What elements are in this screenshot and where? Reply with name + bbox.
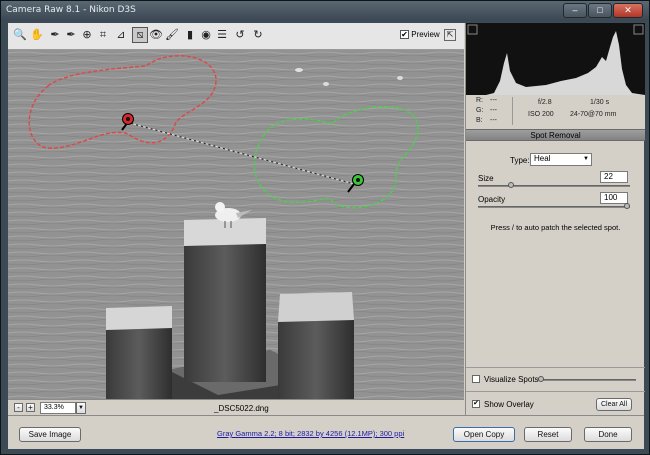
distant-bird <box>323 82 329 86</box>
shadow-clip-icon[interactable] <box>467 24 478 35</box>
spot-removal-tool-icon[interactable]: ⧅ <box>132 27 148 43</box>
r-label: R: <box>476 97 483 104</box>
radial-filter-tool-icon[interactable]: ◉ <box>199 28 213 42</box>
lens-value: 24-70@70 mm <box>570 111 617 118</box>
fullscreen-toggle-icon[interactable]: ⇱ <box>444 29 456 41</box>
b-label: B: <box>476 117 483 124</box>
preview-toggle[interactable]: ✔ Preview <box>400 30 440 40</box>
image-status-bar: - + 33.3% ▼ _DSC5022.dng <box>8 399 464 415</box>
color-sampler-tool-icon[interactable]: ✒ <box>64 28 78 42</box>
visualize-slider-thumb[interactable] <box>538 376 544 382</box>
graduated-filter-tool-icon[interactable]: ▮ <box>183 28 197 42</box>
crop-tool-icon[interactable]: ⌗ <box>96 28 110 42</box>
rgb-exif-readout: R: --- G: --- B: --- f/2.8 1/30 s ISO 20… <box>466 95 645 129</box>
mooring-post-right-cap <box>278 292 354 322</box>
zoom-in-button[interactable]: + <box>26 403 35 412</box>
preview-checkbox[interactable]: ✔ <box>400 30 409 40</box>
right-panel: R: --- G: --- B: --- f/2.8 1/30 s ISO 20… <box>465 23 645 415</box>
camera-raw-window: Camera Raw 8.1 - Nikon D3S – □ ✕ 🔍 ✋ ✒ ✒ ⊕ ⌗ ⊿… <box>0 0 650 455</box>
auto-patch-hint: Press / to auto patch the selected spot. <box>490 223 621 232</box>
straighten-tool-icon[interactable]: ⊿ <box>114 28 128 42</box>
dialog-body: 🔍 ✋ ✒ ✒ ⊕ ⌗ ⊿ ⧅ 👁 🖌 ▮ ◉ ☰ ↺ ↻ ✔ Preview ⇱ <box>8 23 645 449</box>
rotate-left-tool-icon[interactable]: ↺ <box>233 28 247 42</box>
mooring-post-left-cap <box>106 306 172 330</box>
clear-all-button[interactable]: Clear All <box>596 398 632 411</box>
histogram <box>466 23 645 95</box>
distant-bird <box>295 68 303 72</box>
preferences-tool-icon[interactable]: ☰ <box>215 28 229 42</box>
iso-value: ISO 200 <box>528 111 554 118</box>
filename-label: _DSC5022.dng <box>214 404 269 413</box>
title-bar: Camera Raw 8.1 - Nikon D3S – □ ✕ <box>1 1 649 21</box>
bottom-action-bar: Save Image Gray Gamma 2.2; 8 bit; 2832 b… <box>8 415 644 449</box>
info-divider <box>512 97 513 125</box>
opacity-label: Opacity <box>478 195 506 204</box>
shutter-value: 1/30 s <box>590 99 610 106</box>
size-slider-track[interactable] <box>478 185 630 187</box>
done-button[interactable]: Done <box>584 427 632 442</box>
image-preview-canvas[interactable] <box>8 50 464 399</box>
r-value: --- <box>490 97 497 104</box>
zoom-out-button[interactable]: - <box>14 403 23 412</box>
rotate-right-tool-icon[interactable]: ↻ <box>251 28 265 42</box>
workflow-options-link[interactable]: Gray Gamma 2.2; 8 bit; 2832 by 4256 (12.… <box>217 429 404 438</box>
panel-divider <box>466 367 645 368</box>
zoom-tool-icon[interactable]: 🔍 <box>13 28 27 42</box>
reset-button[interactable]: Reset <box>524 427 572 442</box>
show-overlay-label: Show Overlay <box>484 400 534 409</box>
show-overlay-checkbox[interactable]: ✔ <box>472 400 480 408</box>
red-eye-tool-icon[interactable]: 👁 <box>149 28 163 42</box>
maximize-button[interactable]: □ <box>588 3 612 18</box>
size-field[interactable]: 22 <box>600 171 628 183</box>
mooring-post-right <box>278 320 354 399</box>
chevron-down-icon: ▼ <box>583 156 589 162</box>
opacity-slider-track[interactable] <box>478 206 630 208</box>
panel-divider <box>466 391 645 392</box>
save-image-button[interactable]: Save Image <box>19 427 81 442</box>
opacity-field[interactable]: 100 <box>600 192 628 204</box>
photo-svg <box>8 50 464 399</box>
mooring-post-center <box>184 242 266 382</box>
close-button[interactable]: ✕ <box>613 3 643 18</box>
zoom-level-field[interactable]: 33.3% <box>40 402 76 414</box>
visualize-spots-label: Visualize Spots <box>484 375 539 384</box>
open-copy-button[interactable]: Open Copy <box>453 427 515 442</box>
visualize-slider-track[interactable] <box>538 379 636 381</box>
histogram-luminance <box>466 31 645 95</box>
zoom-dropdown-icon[interactable]: ▼ <box>76 402 86 414</box>
targeted-adjustment-tool-icon[interactable]: ⊕ <box>80 28 94 42</box>
distant-bird <box>397 76 403 80</box>
preview-label: Preview <box>411 30 440 39</box>
aperture-value: f/2.8 <box>538 99 552 106</box>
panel-title: Spot Removal <box>466 129 645 141</box>
type-label: Type: <box>510 156 530 165</box>
size-slider-thumb[interactable] <box>508 182 515 188</box>
white-balance-tool-icon[interactable]: ✒ <box>48 28 62 42</box>
type-select[interactable]: Heal ▼ <box>530 153 592 166</box>
adjustment-brush-tool-icon[interactable]: 🖌 <box>165 28 179 42</box>
highlight-clip-icon[interactable] <box>633 24 644 35</box>
hand-tool-icon[interactable]: ✋ <box>30 28 44 42</box>
b-value: --- <box>490 117 497 124</box>
size-label: Size <box>478 174 494 183</box>
minimize-button[interactable]: – <box>563 3 587 18</box>
toolbar: 🔍 ✋ ✒ ✒ ⊕ ⌗ ⊿ ⧅ 👁 🖌 ▮ ◉ ☰ ↺ ↻ ✔ Preview ⇱ <box>8 23 464 50</box>
visualize-spots-checkbox[interactable] <box>472 375 480 383</box>
g-value: --- <box>490 107 497 114</box>
window-title: Camera Raw 8.1 - Nikon D3S <box>6 5 136 15</box>
g-label: G: <box>476 107 484 114</box>
opacity-slider-thumb[interactable] <box>624 203 630 209</box>
mooring-post-left <box>106 328 172 399</box>
type-select-value: Heal <box>534 154 551 163</box>
